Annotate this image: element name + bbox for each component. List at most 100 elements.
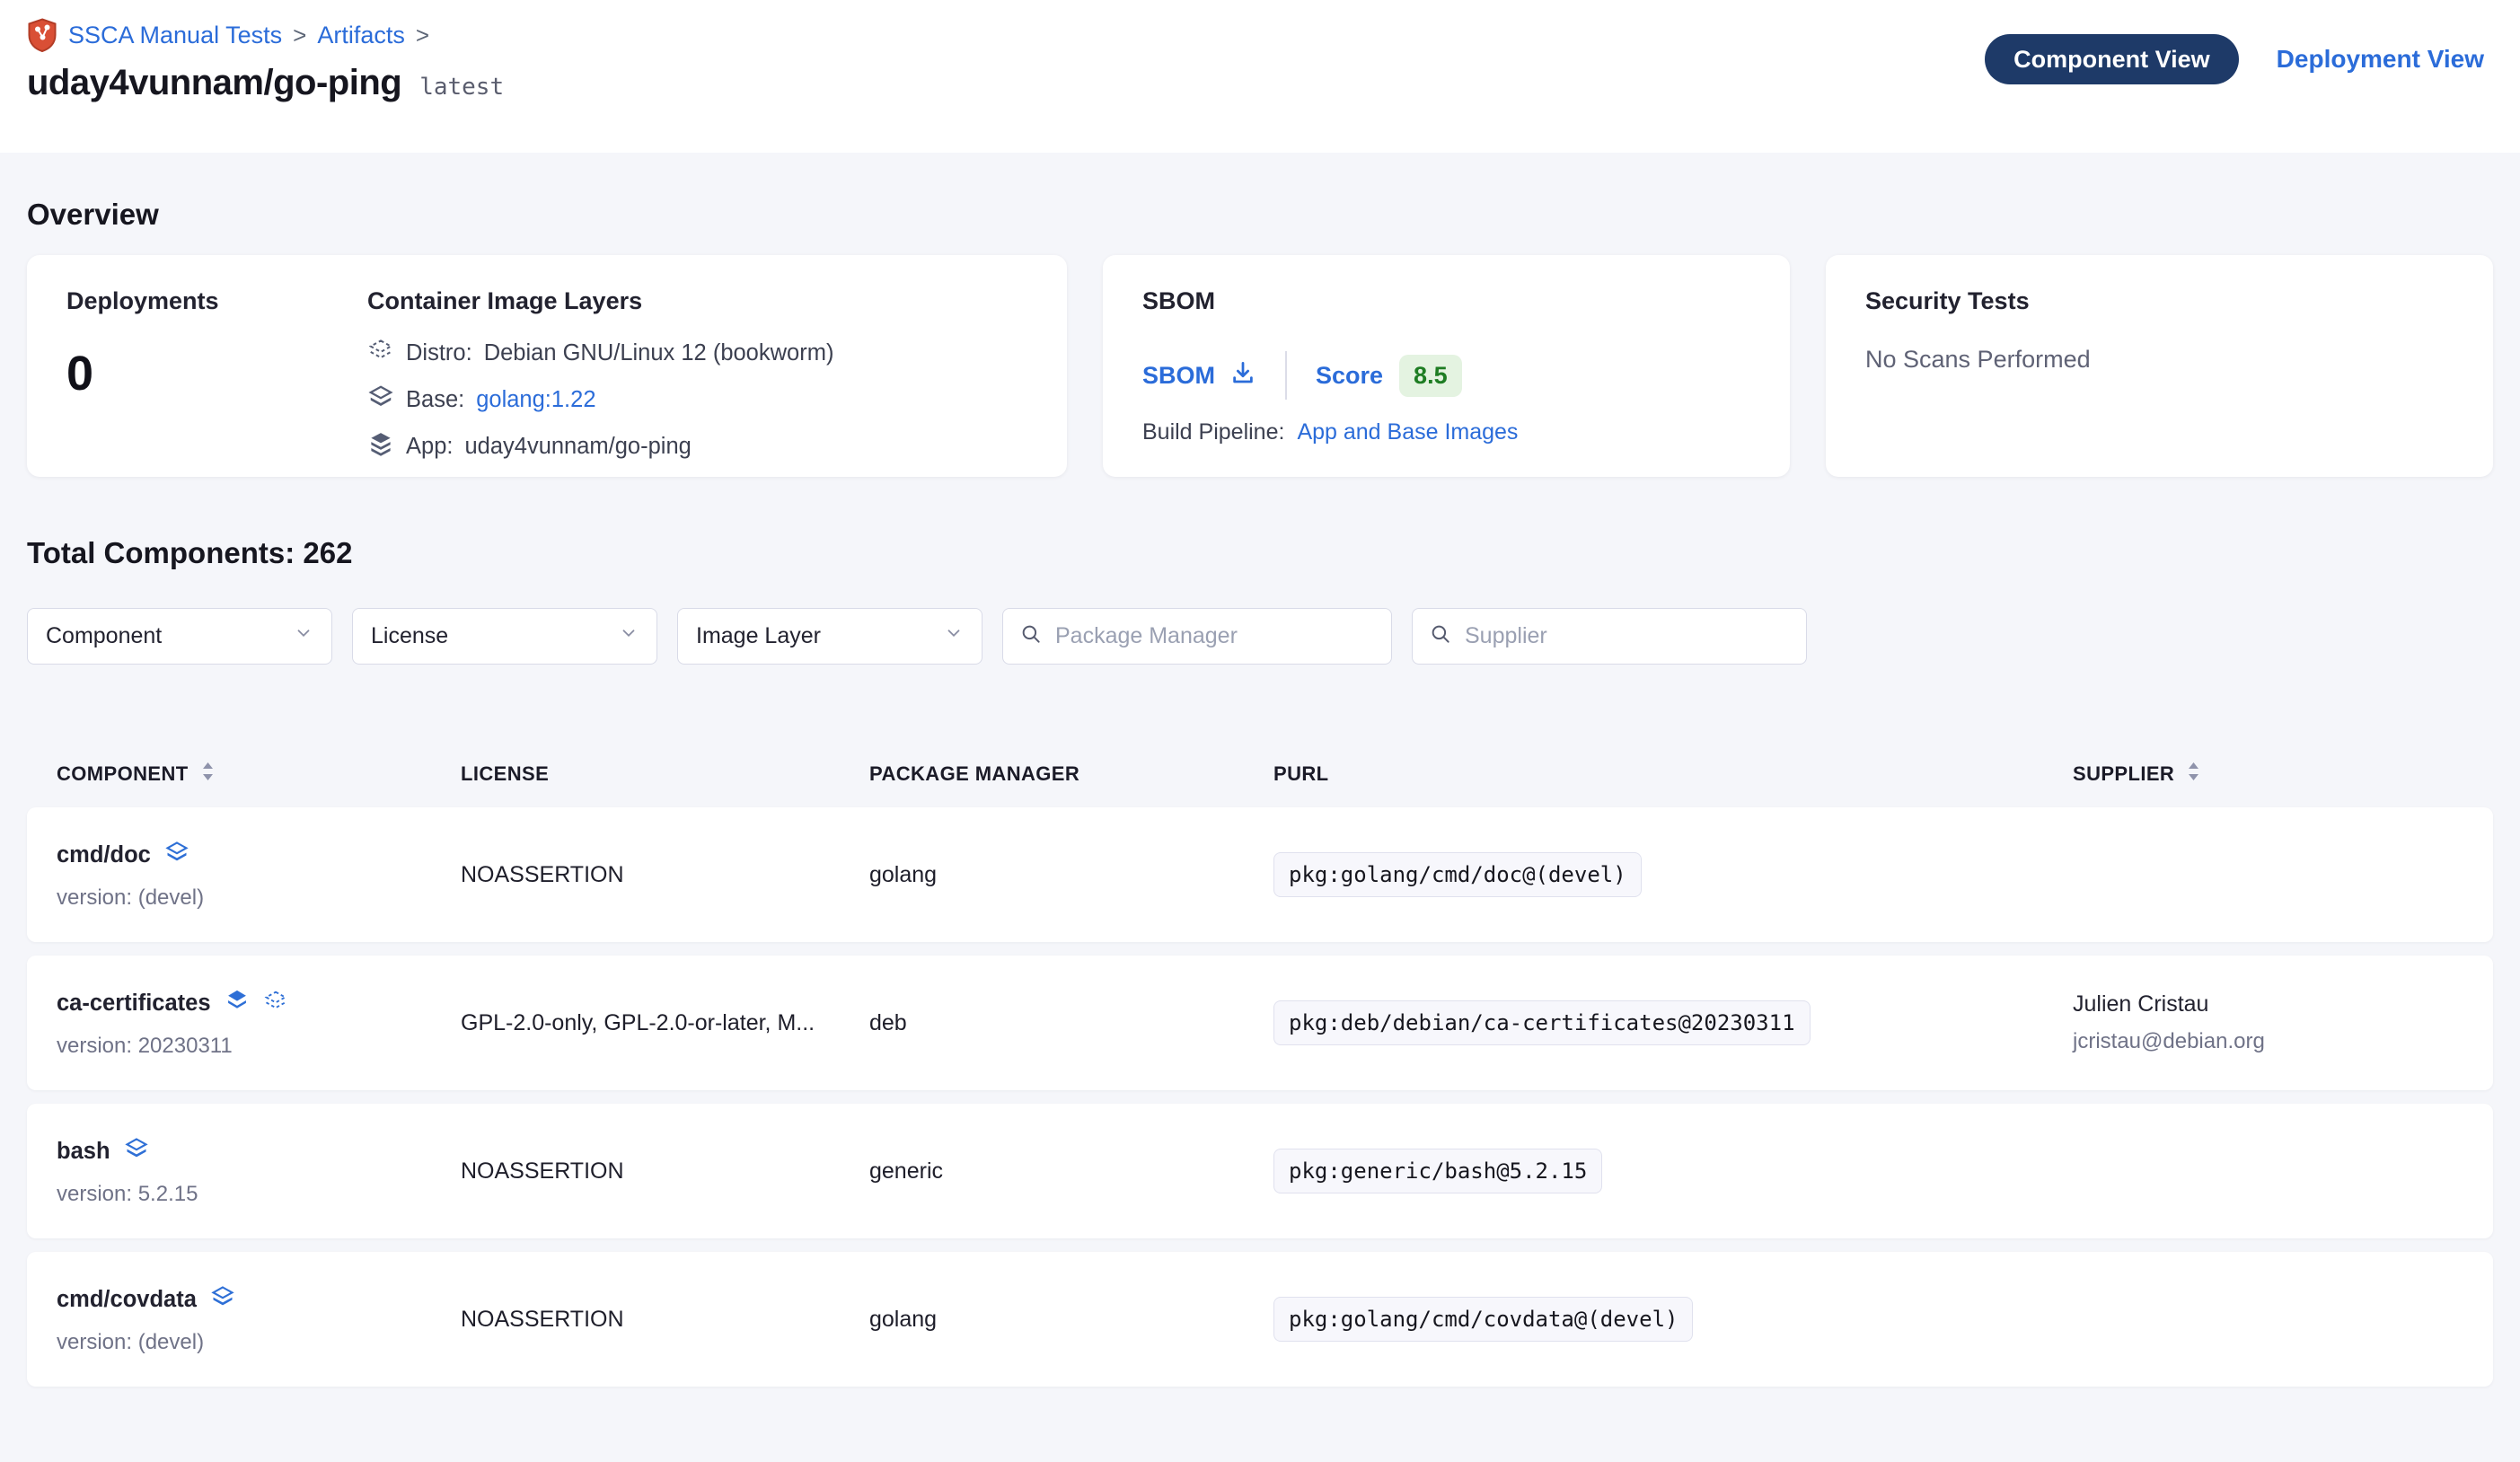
purl-cell: pkg:golang/cmd/doc@(devel) bbox=[1273, 852, 2073, 897]
ssca-shield-icon bbox=[27, 18, 57, 52]
image-layers-panel: Container Image Layers Distro: Debian GN… bbox=[367, 287, 833, 445]
column-label: PACKAGE MANAGER bbox=[869, 762, 1079, 786]
purl-badge: pkg:golang/cmd/doc@(devel) bbox=[1273, 852, 1642, 897]
breadcrumb-separator: > bbox=[416, 22, 429, 49]
license-cell: GPL-2.0-only, GPL-2.0-or-later, M... bbox=[461, 1010, 869, 1036]
component-cell: cmd/covdata version: (devel) bbox=[57, 1284, 461, 1355]
column-header-supplier[interactable]: SUPPLIER bbox=[2073, 762, 2463, 787]
license-cell: NOASSERTION bbox=[461, 1307, 869, 1333]
table-row: cmd/doc version: (devel) NOASSERTION gol… bbox=[27, 807, 2493, 942]
layers-icon bbox=[210, 1284, 235, 1316]
sbom-download-label: SBOM bbox=[1142, 362, 1215, 390]
deployments-title: Deployments bbox=[66, 287, 367, 315]
layers-dashed-icon bbox=[367, 337, 394, 370]
build-pipeline-link[interactable]: App and Base Images bbox=[1297, 419, 1518, 445]
column-label: PURL bbox=[1273, 762, 1329, 786]
component-version: version: 5.2.15 bbox=[57, 1182, 461, 1207]
package-manager-search-input[interactable] bbox=[1055, 623, 1375, 649]
purl-badge: pkg:deb/debian/ca-certificates@20230311 bbox=[1273, 1000, 1811, 1045]
component-version: version: (devel) bbox=[57, 885, 461, 911]
artifact-tag: latest bbox=[419, 74, 504, 101]
base-layer-row: Base: golang:1.22 bbox=[367, 383, 833, 417]
component-name: bash bbox=[57, 1139, 110, 1165]
overview-cards: Deployments 0 Container Image Layers Dis… bbox=[27, 255, 2493, 477]
security-tests-card: Security Tests No Scans Performed bbox=[1826, 255, 2493, 477]
app-layer-row: App: uday4vunnam/go-ping bbox=[367, 430, 833, 463]
table-row: bash version: 5.2.15 NOASSERTION generic… bbox=[27, 1104, 2493, 1238]
column-label: COMPONENT bbox=[57, 762, 189, 786]
distro-layer-row: Distro: Debian GNU/Linux 12 (bookworm) bbox=[367, 337, 833, 370]
column-header-component[interactable]: COMPONENT bbox=[57, 762, 461, 787]
base-label: Base: bbox=[406, 387, 464, 413]
package-manager-search bbox=[1002, 608, 1392, 665]
deployments-count: 0 bbox=[66, 346, 367, 401]
package-manager-cell: golang bbox=[869, 862, 1273, 888]
column-header-purl: PURL bbox=[1273, 762, 2073, 786]
component-name: cmd/doc bbox=[57, 842, 151, 868]
package-manager-cell: generic bbox=[869, 1158, 1273, 1185]
chevron-down-icon bbox=[944, 623, 964, 649]
build-pipeline-label: Build Pipeline: bbox=[1142, 419, 1284, 445]
component-name: ca-certificates bbox=[57, 991, 211, 1017]
image-layer-filter-dropdown[interactable]: Image Layer bbox=[677, 608, 982, 665]
layers-dashed-icon bbox=[263, 988, 288, 1019]
distro-value: Debian GNU/Linux 12 (bookworm) bbox=[484, 340, 834, 366]
filters-bar: Component License Image Layer bbox=[27, 608, 2493, 665]
purl-badge: pkg:generic/bash@5.2.15 bbox=[1273, 1149, 1602, 1193]
breadcrumb: SSCA Manual Tests > Artifacts > bbox=[27, 18, 504, 52]
page-title: uday4vunnam/go-ping bbox=[27, 63, 401, 103]
security-tests-status: No Scans Performed bbox=[1865, 346, 2454, 374]
score-badge: 8.5 bbox=[1399, 355, 1462, 397]
title-row: uday4vunnam/go-ping latest bbox=[27, 63, 504, 103]
app-label: App: bbox=[406, 434, 453, 460]
breadcrumb-link-artifacts[interactable]: Artifacts bbox=[317, 22, 405, 49]
column-label: SUPPLIER bbox=[2073, 762, 2174, 786]
table-row: ca-certificates version: 20230311 GPL-2.… bbox=[27, 956, 2493, 1090]
column-label: LICENSE bbox=[461, 762, 549, 786]
download-icon bbox=[1229, 359, 1256, 392]
supplier-email: jcristau@debian.org bbox=[2073, 1029, 2463, 1054]
header-left: SSCA Manual Tests > Artifacts > uday4vun… bbox=[27, 14, 504, 103]
deployment-view-button[interactable]: Deployment View bbox=[2277, 45, 2484, 74]
sbom-download-link[interactable]: SBOM bbox=[1142, 359, 1256, 392]
score-label: Score bbox=[1316, 362, 1383, 390]
license-cell: NOASSERTION bbox=[461, 1158, 869, 1185]
supplier-name: Julien Cristau bbox=[2073, 991, 2463, 1017]
layers-solid-icon bbox=[367, 430, 394, 463]
image-layer-filter-label: Image Layer bbox=[696, 623, 821, 649]
chevron-down-icon bbox=[619, 623, 639, 649]
top-bar: SSCA Manual Tests > Artifacts > uday4vun… bbox=[0, 0, 2520, 153]
table-row: cmd/covdata version: (devel) NOASSERTION… bbox=[27, 1252, 2493, 1387]
divider bbox=[1285, 351, 1287, 400]
view-toggle: Component View Deployment View bbox=[1985, 34, 2484, 84]
component-filter-label: Component bbox=[46, 623, 162, 649]
component-version: version: 20230311 bbox=[57, 1034, 461, 1059]
component-cell: cmd/doc version: (devel) bbox=[57, 840, 461, 911]
layers-icon bbox=[164, 840, 189, 871]
table-header: COMPONENT LICENSE PACKAGE MANAGER PURL S… bbox=[27, 754, 2493, 794]
image-layers-title: Container Image Layers bbox=[367, 287, 833, 315]
overview-heading: Overview bbox=[27, 153, 2493, 232]
deployments-layers-card: Deployments 0 Container Image Layers Dis… bbox=[27, 255, 1067, 477]
app-value: uday4vunnam/go-ping bbox=[464, 434, 691, 460]
base-image-link[interactable]: golang:1.22 bbox=[476, 387, 595, 413]
breadcrumb-link-project[interactable]: SSCA Manual Tests bbox=[68, 22, 282, 49]
component-version: version: (devel) bbox=[57, 1330, 461, 1355]
supplier-search-input[interactable] bbox=[1465, 623, 1790, 649]
component-filter-dropdown[interactable]: Component bbox=[27, 608, 332, 665]
main-content: Overview Deployments 0 Container Image L… bbox=[0, 153, 2520, 1387]
supplier-cell: Julien Cristau jcristau@debian.org bbox=[2073, 991, 2463, 1054]
purl-cell: pkg:generic/bash@5.2.15 bbox=[1273, 1149, 2073, 1193]
sbom-card: SBOM SBOM Score 8.5 Build Pipeline: App … bbox=[1103, 255, 1790, 477]
breadcrumb-separator: > bbox=[293, 22, 306, 49]
component-name: cmd/covdata bbox=[57, 1287, 197, 1313]
package-manager-cell: deb bbox=[869, 1010, 1273, 1036]
deployments-panel: Deployments 0 bbox=[66, 287, 367, 445]
license-filter-dropdown[interactable]: License bbox=[352, 608, 657, 665]
purl-badge: pkg:golang/cmd/covdata@(devel) bbox=[1273, 1297, 1693, 1342]
sort-icon bbox=[2187, 762, 2200, 787]
component-view-button[interactable]: Component View bbox=[1985, 34, 2239, 84]
layers-icon bbox=[225, 988, 250, 1019]
total-components-heading: Total Components: 262 bbox=[27, 536, 2493, 570]
security-tests-title: Security Tests bbox=[1865, 287, 2454, 315]
